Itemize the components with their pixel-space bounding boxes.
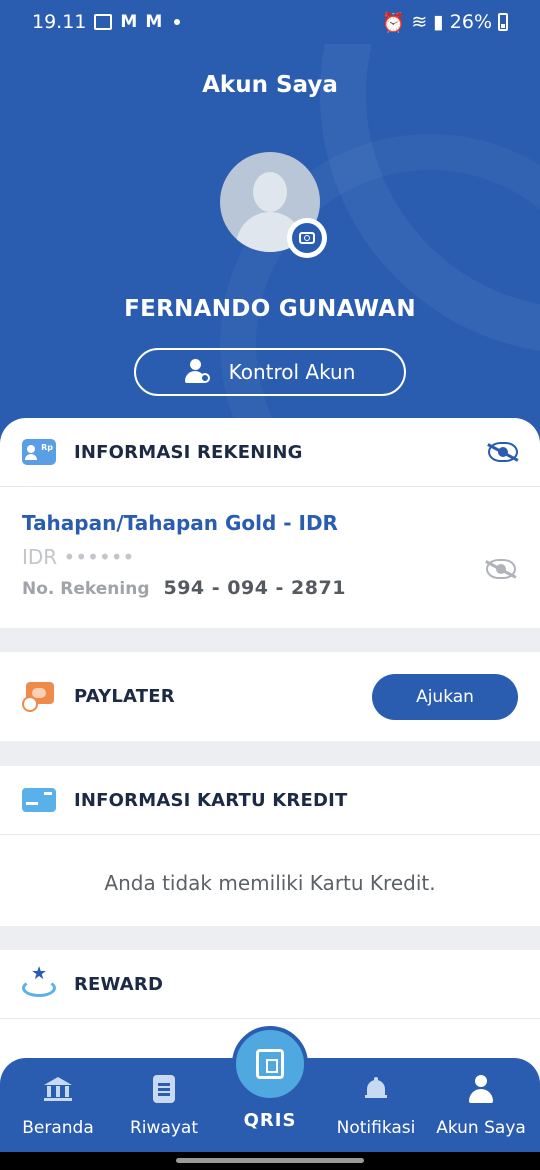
toggle-visibility-all-icon[interactable] bbox=[487, 442, 519, 462]
credit-card-info-card: INFORMASI KARTU KREDIT Anda tidak memili… bbox=[0, 766, 540, 926]
gmail-icon: M bbox=[120, 12, 138, 32]
qris-icon bbox=[256, 1049, 284, 1079]
reward-title: REWARD bbox=[74, 973, 164, 995]
credit-card-title: INFORMASI KARTU KREDIT bbox=[74, 789, 348, 811]
nav-label-akun-saya: Akun Saya bbox=[436, 1118, 526, 1138]
camera-icon bbox=[299, 232, 315, 244]
reward-star-icon: ★ bbox=[22, 965, 56, 999]
gmail-icon-2: M bbox=[145, 12, 163, 32]
account-name: Tahapan/Tahapan Gold - IDR bbox=[22, 511, 338, 535]
account-number-label: No. Rekening bbox=[22, 579, 150, 599]
bank-icon bbox=[44, 1077, 72, 1101]
document-icon bbox=[153, 1075, 175, 1103]
nav-label-notifikasi: Notifikasi bbox=[336, 1118, 416, 1138]
more-notifications-icon bbox=[174, 19, 181, 25]
qris-button[interactable] bbox=[232, 1026, 308, 1102]
profile-header: Akun Saya FERNANDO GUNAWAN Kontrol Akun bbox=[0, 44, 540, 464]
ajukan-button[interactable]: Ajukan bbox=[372, 673, 518, 720]
gallery-icon bbox=[94, 14, 113, 30]
battery-percent: 26% bbox=[449, 11, 492, 33]
change-photo-button[interactable] bbox=[287, 218, 327, 258]
gesture-bar bbox=[0, 1152, 540, 1170]
account-info-card: Rp INFORMASI REKENING Tahapan/Tahapan Go… bbox=[0, 418, 540, 628]
status-bar: 19.11 M M ⏰ ≋ ▮ 26% bbox=[0, 0, 540, 44]
wallet-clock-icon bbox=[22, 680, 56, 714]
account-info-title: INFORMASI REKENING bbox=[74, 441, 303, 463]
nav-item-riwayat[interactable]: Riwayat bbox=[110, 1072, 218, 1138]
credit-card-icon bbox=[22, 788, 56, 812]
user-name: FERNANDO GUNAWAN bbox=[124, 296, 416, 322]
bell-icon bbox=[365, 1077, 387, 1101]
toggle-balance-visibility-icon[interactable] bbox=[485, 559, 517, 579]
nav-label-beranda: Beranda bbox=[22, 1118, 94, 1138]
nav-label-riwayat: Riwayat bbox=[130, 1118, 198, 1138]
paylater-title: PAYLATER bbox=[74, 686, 175, 707]
user-settings-icon bbox=[184, 359, 211, 385]
paylater-card: PAYLATER Ajukan bbox=[0, 652, 540, 741]
nav-item-notifikasi[interactable]: Notifikasi bbox=[322, 1072, 430, 1138]
qris-label: QRIS bbox=[243, 1110, 297, 1131]
alarm-icon: ⏰ bbox=[381, 11, 406, 34]
account-balance: IDR •••••• bbox=[22, 545, 135, 569]
account-item[interactable]: Tahapan/Tahapan Gold - IDR IDR •••••• No… bbox=[0, 487, 540, 623]
kontrol-akun-label: Kontrol Akun bbox=[228, 360, 356, 384]
kontrol-akun-button[interactable]: Kontrol Akun bbox=[134, 348, 406, 396]
credit-card-empty-message: Anda tidak memiliki Kartu Kredit. bbox=[104, 871, 436, 895]
battery-icon bbox=[498, 13, 508, 31]
signal-icon: ▮ bbox=[433, 11, 444, 33]
status-time: 19.11 bbox=[32, 11, 87, 33]
wifi-icon: ≋ bbox=[411, 11, 428, 33]
account-info-header: Rp INFORMASI REKENING bbox=[0, 418, 540, 486]
page-title: Akun Saya bbox=[202, 72, 338, 98]
account-number: 594 - 094 - 2871 bbox=[163, 577, 346, 599]
home-gesture-handle[interactable] bbox=[176, 1158, 364, 1163]
user-icon bbox=[469, 1075, 493, 1103]
nav-item-akun-saya[interactable]: Akun Saya bbox=[427, 1072, 535, 1138]
nav-item-beranda[interactable]: Beranda bbox=[4, 1072, 112, 1138]
divider bbox=[0, 1018, 540, 1019]
account-card-icon: Rp bbox=[22, 439, 56, 465]
